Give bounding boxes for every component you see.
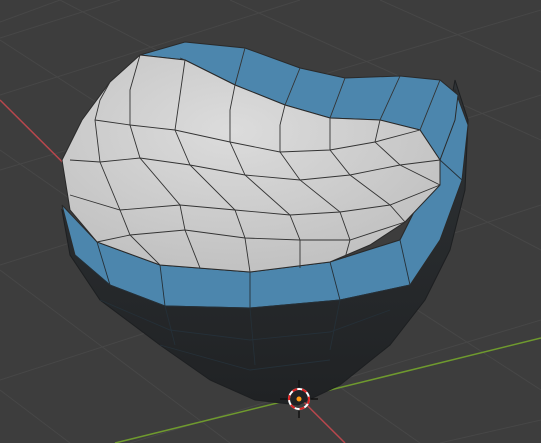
object-origin-icon (296, 396, 302, 402)
3d-viewport[interactable] (0, 0, 541, 443)
